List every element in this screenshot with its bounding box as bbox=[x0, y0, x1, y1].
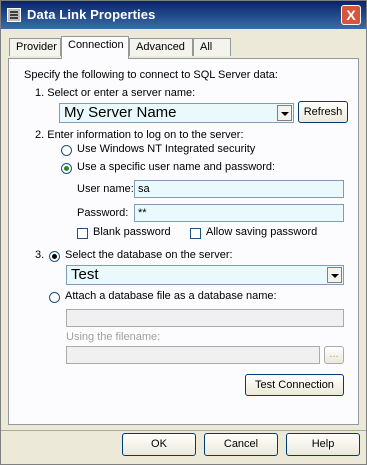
test-connection-label: Test Connection bbox=[255, 379, 334, 391]
window-title: Data Link Properties bbox=[27, 7, 156, 22]
browse-button-label: ... bbox=[329, 348, 339, 360]
chevron-down-icon[interactable] bbox=[277, 105, 292, 121]
server-name-value: My Server Name bbox=[64, 104, 177, 121]
browse-button[interactable]: ... bbox=[324, 346, 344, 364]
allow-saving-label: Allow saving password bbox=[206, 226, 318, 238]
server-name-combobox[interactable]: My Server Name bbox=[59, 103, 294, 123]
connection-panel: Specify the following to connect to SQL … bbox=[8, 58, 359, 425]
tab-all[interactable]: All bbox=[193, 38, 231, 56]
refresh-button-label: Refresh bbox=[303, 106, 343, 118]
tab-advanced[interactable]: Advanced bbox=[129, 38, 193, 56]
ok-button[interactable]: OK bbox=[122, 433, 196, 456]
attach-database-radio[interactable] bbox=[49, 292, 60, 303]
refresh-button[interactable]: Refresh bbox=[298, 101, 348, 123]
password-field[interactable]: ** bbox=[134, 204, 344, 222]
window-icon bbox=[7, 8, 21, 22]
close-button[interactable]: X bbox=[341, 5, 361, 25]
step1-label: 1. Select or enter a server name: bbox=[35, 87, 196, 99]
title-bar[interactable]: Data Link Properties X bbox=[1, 1, 366, 29]
data-link-properties-window: Data Link Properties X Provider Connecti… bbox=[0, 0, 367, 465]
help-button-label: Help bbox=[311, 438, 335, 450]
allow-saving-checkbox[interactable] bbox=[190, 228, 201, 239]
intro-text: Specify the following to connect to SQL … bbox=[24, 69, 278, 81]
username-field[interactable]: sa bbox=[134, 180, 344, 198]
specific-user-radio[interactable] bbox=[61, 163, 72, 174]
nt-security-label: Use Windows NT Integrated security bbox=[77, 143, 256, 155]
specific-user-label: Use a specific user name and password: bbox=[77, 161, 276, 173]
select-database-radio[interactable] bbox=[49, 251, 60, 262]
test-connection-button[interactable]: Test Connection bbox=[245, 374, 344, 396]
blank-password-label: Blank password bbox=[93, 226, 171, 238]
filename-label: Using the filename: bbox=[66, 331, 161, 343]
cancel-button-label: Cancel bbox=[223, 438, 259, 450]
tab-connection[interactable]: Connection bbox=[61, 36, 129, 59]
username-label: User name: bbox=[77, 183, 134, 195]
footer-divider bbox=[1, 430, 366, 431]
attach-database-label: Attach a database file as a database nam… bbox=[65, 290, 277, 302]
chevron-down-icon[interactable] bbox=[327, 267, 342, 283]
help-button[interactable]: Help bbox=[286, 433, 360, 456]
blank-password-checkbox[interactable] bbox=[77, 228, 88, 239]
password-label: Password: bbox=[77, 207, 129, 219]
database-value: Test bbox=[71, 266, 99, 283]
select-database-label: Select the database on the server: bbox=[65, 249, 233, 261]
cancel-button[interactable]: Cancel bbox=[204, 433, 278, 456]
database-combobox[interactable]: Test bbox=[66, 265, 344, 285]
filename-field[interactable] bbox=[66, 346, 320, 364]
nt-security-radio[interactable] bbox=[61, 145, 72, 156]
step3-number: 3. bbox=[35, 249, 45, 261]
ok-button-label: OK bbox=[151, 438, 167, 450]
tab-provider[interactable]: Provider bbox=[9, 38, 61, 56]
step2-label: 2. Enter information to log on to the se… bbox=[35, 129, 244, 141]
attach-name-field[interactable] bbox=[66, 309, 344, 327]
